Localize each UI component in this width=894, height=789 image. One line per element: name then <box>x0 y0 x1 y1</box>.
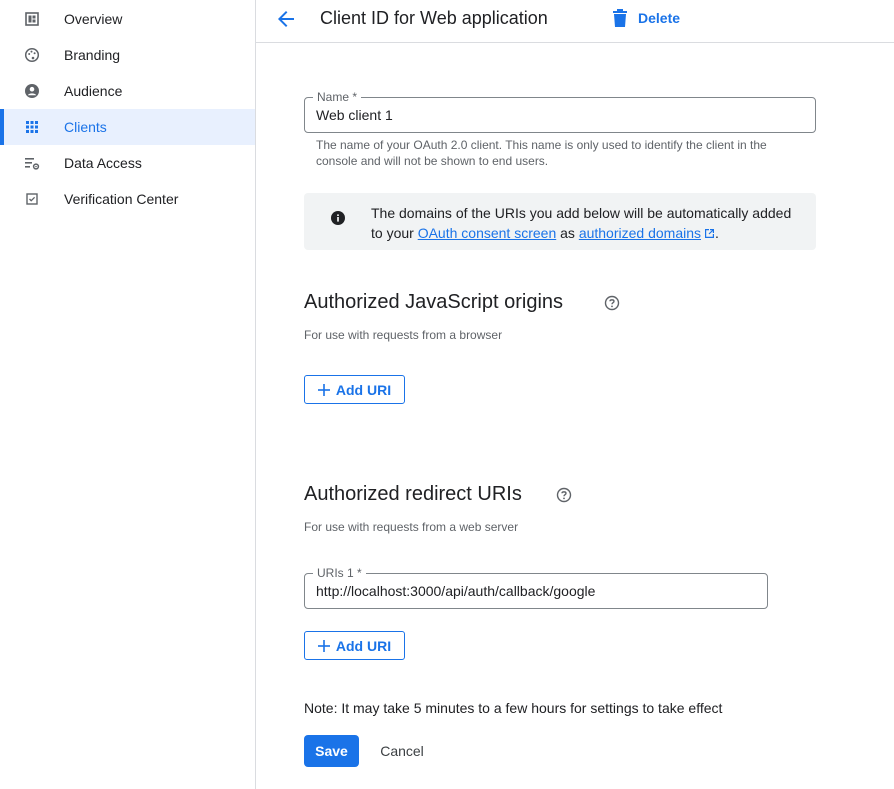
external-link-icon <box>705 229 714 238</box>
help-icon[interactable] <box>556 487 572 503</box>
info-middle: as <box>556 225 579 241</box>
sidebar-item-verification-center[interactable]: Verification Center <box>0 181 255 217</box>
info-banner: The domains of the URIs you add below wi… <box>304 193 816 250</box>
plus-icon <box>317 383 330 396</box>
sidebar-item-label: Audience <box>64 83 123 99</box>
info-icon <box>331 211 349 229</box>
info-line-1: The domains of the URIs you add below wi… <box>371 205 792 221</box>
sidebar-item-data-access[interactable]: Data Access <box>0 145 255 181</box>
redirect-uri-field[interactable]: URIs 1 * <box>304 566 768 609</box>
redirect-uris-subtitle: For use with requests from a web server <box>304 520 519 534</box>
save-button[interactable]: Save <box>304 735 359 767</box>
sidebar-item-audience[interactable]: Audience <box>0 73 255 109</box>
sidebar-item-label: Overview <box>64 11 123 27</box>
page-title: Client ID for Web application <box>320 8 548 28</box>
plus-icon <box>317 639 330 652</box>
sidebar-item-label: Verification Center <box>64 191 179 207</box>
name-hint-line-2: console and will not be shown to end use… <box>316 154 549 168</box>
sidebar-item-label: Data Access <box>64 155 142 171</box>
settings-note: Note: It may take 5 minutes to a few hou… <box>304 700 723 716</box>
help-icon[interactable] <box>604 295 620 311</box>
name-hint-line-1: The name of your OAuth 2.0 client. This … <box>316 138 767 152</box>
add-js-origin-button[interactable]: Add URI <box>304 375 405 404</box>
trash-icon <box>613 9 627 27</box>
name-input[interactable] <box>316 98 804 132</box>
js-origins-title: Authorized JavaScript origins <box>304 291 564 313</box>
js-origins-subtitle: For use with requests from a browser <box>304 328 503 342</box>
delete-button[interactable]: Delete <box>612 6 680 30</box>
sidebar: Overview Branding Audience Clients Data … <box>0 0 256 789</box>
back-arrow-icon[interactable] <box>274 7 298 31</box>
authorized-domains-label: authorized domains <box>578 225 701 241</box>
sidebar-item-label: Clients <box>64 119 107 135</box>
sidebar-item-clients[interactable]: Clients <box>0 109 255 145</box>
sidebar-item-branding[interactable]: Branding <box>0 37 255 73</box>
info-prefix: to your <box>371 225 418 241</box>
add-uri-label: Add URI <box>335 381 392 398</box>
info-suffix: . <box>715 225 719 241</box>
account-circle-icon <box>24 83 40 99</box>
sidebar-item-label: Branding <box>64 47 121 63</box>
data-settings-icon <box>24 155 40 171</box>
name-field[interactable]: Name * <box>304 90 816 133</box>
check-box-icon <box>24 191 40 207</box>
redirect-uri-input[interactable] <box>316 574 756 608</box>
apps-grid-icon <box>24 119 40 135</box>
add-uri-label: Add URI <box>335 637 392 654</box>
page-header: Client ID for Web application Delete <box>256 0 894 43</box>
redirect-uris-title: Authorized redirect URIs <box>304 483 522 505</box>
oauth-consent-screen-link[interactable]: OAuth consent screen <box>418 225 557 241</box>
palette-icon <box>24 47 40 63</box>
delete-label: Delete <box>638 10 681 26</box>
authorized-domains-link[interactable]: authorized domains <box>579 225 715 241</box>
add-redirect-uri-button[interactable]: Add URI <box>304 631 405 660</box>
cancel-button[interactable]: Cancel <box>370 735 434 767</box>
sidebar-item-overview[interactable]: Overview <box>0 1 255 37</box>
dashboard-icon <box>24 11 40 27</box>
info-text: The domains of the URIs you add below wi… <box>371 203 801 243</box>
